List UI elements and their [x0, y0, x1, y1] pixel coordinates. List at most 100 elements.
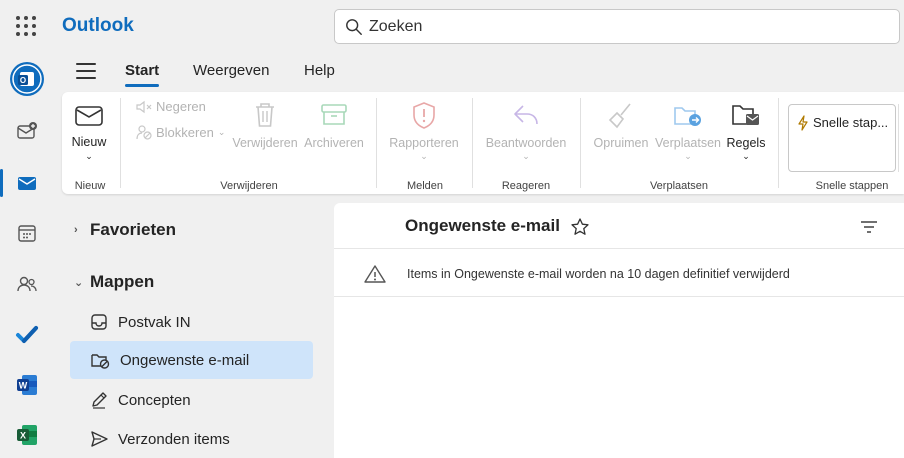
group-label-verplaatsen: Verplaatsen [649, 180, 709, 192]
group-label-nieuw: Nieuw [74, 180, 106, 192]
move-label: Verplaatsen [654, 136, 722, 150]
calendar-app-icon[interactable] [0, 213, 54, 253]
reply-button[interactable]: Beantwoorden ⌄ [482, 100, 570, 162]
star-icon[interactable] [570, 217, 590, 237]
chevron-down-icon: ⌄ [522, 151, 530, 161]
lightning-icon [798, 115, 808, 131]
folder-label: Ongewenste e-mail [120, 351, 250, 369]
inbox-icon [91, 314, 107, 330]
folder-item-drafts[interactable]: Concepten [70, 381, 313, 419]
people-app-icon[interactable] [0, 264, 54, 304]
top-bar: Outlook [0, 0, 904, 52]
mail-app-icon[interactable] [0, 163, 54, 203]
junk-info-banner: Items in Ongewenste e-mail worden na 10 … [334, 250, 904, 297]
favorites-section[interactable]: › Favorieten [74, 220, 176, 240]
sweep-button[interactable]: Opruimen [590, 100, 652, 150]
report-button[interactable]: Rapporteren ⌄ [386, 100, 462, 162]
send-icon [91, 431, 108, 447]
broom-icon [608, 103, 631, 129]
divider [376, 98, 377, 188]
svg-text:X: X [20, 431, 26, 441]
app-launcher-icon[interactable] [16, 16, 36, 36]
app-title[interactable]: Outlook [62, 15, 134, 37]
app-rail: O W X [0, 52, 54, 458]
outlook-app-icon[interactable]: O [0, 59, 54, 99]
sweep-label: Opruimen [593, 136, 649, 150]
group-label-snelle-stappen: Snelle stappen [815, 180, 889, 192]
group-label-reageren: Reageren [501, 180, 551, 192]
quick-steps-button[interactable]: Snelle stap... [788, 104, 896, 172]
folder-move-icon [674, 107, 701, 126]
ribbon: Nieuw ⌄ Nieuw Negeren Blokkeren ⌄ Verwij… [62, 92, 904, 194]
divider [898, 104, 899, 172]
chevron-down-icon: ⌄ [85, 151, 93, 161]
search-icon [346, 18, 362, 35]
mail-list-header: Ongewenste e-mail [334, 203, 904, 249]
divider [472, 98, 473, 188]
block-label: Blokkeren [156, 124, 214, 140]
block-user-icon [136, 125, 152, 140]
svg-text:W: W [19, 381, 28, 391]
folder-pane: › Favorieten ⌄ Mappen Postvak IN Ongewen… [62, 200, 324, 458]
report-label: Rapporteren [389, 136, 459, 150]
new-mail-app-icon[interactable] [0, 112, 54, 152]
warning-icon [364, 265, 386, 283]
reply-label: Beantwoorden [485, 136, 567, 150]
folder-label: Concepten [118, 391, 191, 409]
rules-label: Regels [726, 136, 766, 150]
chevron-down-icon: ⌄ [74, 276, 84, 289]
word-app-icon[interactable]: W [0, 365, 54, 405]
chevron-down-icon: ⌄ [217, 126, 226, 137]
chevron-right-icon: › [74, 224, 78, 236]
rules-button[interactable]: Regels ⌄ [724, 100, 768, 162]
block-button[interactable]: Blokkeren ⌄ [136, 124, 225, 140]
new-mail-label: Nieuw [71, 135, 107, 149]
divider [580, 98, 581, 188]
chevron-down-icon: ⌄ [684, 151, 692, 161]
mail-icon [75, 106, 103, 126]
folder-item-inbox[interactable]: Postvak IN [70, 303, 313, 341]
favorites-label: Favorieten [90, 220, 176, 239]
folder-rules-icon [732, 105, 759, 125]
ignore-label: Negeren [156, 99, 206, 114]
search-box[interactable] [334, 9, 900, 44]
tab-start[interactable]: Start [125, 62, 160, 87]
excel-app-icon[interactable]: X [0, 415, 54, 455]
folder-title: Ongewenste e-mail [405, 216, 560, 235]
todo-app-icon[interactable] [0, 314, 54, 354]
mute-icon [136, 100, 152, 113]
chevron-down-icon: ⌄ [742, 151, 750, 161]
trash-icon [256, 103, 274, 127]
tab-weergeven[interactable]: Weergeven [193, 62, 269, 79]
divider [778, 98, 779, 188]
mappen-label: Mappen [90, 272, 155, 291]
junk-folder-icon [91, 354, 110, 369]
divider [120, 98, 121, 188]
tab-help[interactable]: Help [304, 62, 335, 79]
delete-button[interactable]: Verwijderen [230, 100, 300, 150]
new-mail-button[interactable]: Nieuw ⌄ [68, 102, 110, 162]
folder-item-junk[interactable]: Ongewenste e-mail [70, 341, 313, 379]
archive-icon [321, 104, 347, 125]
folder-label: Postvak IN [118, 313, 191, 331]
filter-icon[interactable] [860, 220, 878, 234]
ignore-button[interactable]: Negeren [136, 99, 206, 114]
mappen-section[interactable]: ⌄ Mappen [74, 272, 154, 292]
chevron-down-icon: ⌄ [420, 151, 428, 161]
group-label-verwijderen: Verwijderen [220, 180, 278, 192]
info-text: Items in Ongewenste e-mail worden na 10 … [407, 267, 790, 281]
quick-steps-label: Snelle stap... [813, 115, 889, 130]
folder-label: Verzonden items [118, 430, 230, 448]
group-label-melden: Melden [406, 180, 444, 192]
pencil-icon [92, 392, 107, 409]
archive-label: Archiveren [304, 136, 364, 150]
shield-alert-icon [413, 102, 435, 129]
delete-label: Verwijderen [232, 136, 298, 150]
menu-icon[interactable] [76, 63, 96, 79]
search-input[interactable] [369, 17, 869, 36]
folder-item-sent[interactable]: Verzonden items [70, 420, 313, 458]
mail-list: Ongewenste e-mail Items in Ongewenste e-… [334, 203, 904, 458]
reply-icon [514, 105, 538, 125]
move-button[interactable]: Verplaatsen ⌄ [652, 100, 724, 162]
archive-button[interactable]: Archiveren [302, 100, 366, 150]
